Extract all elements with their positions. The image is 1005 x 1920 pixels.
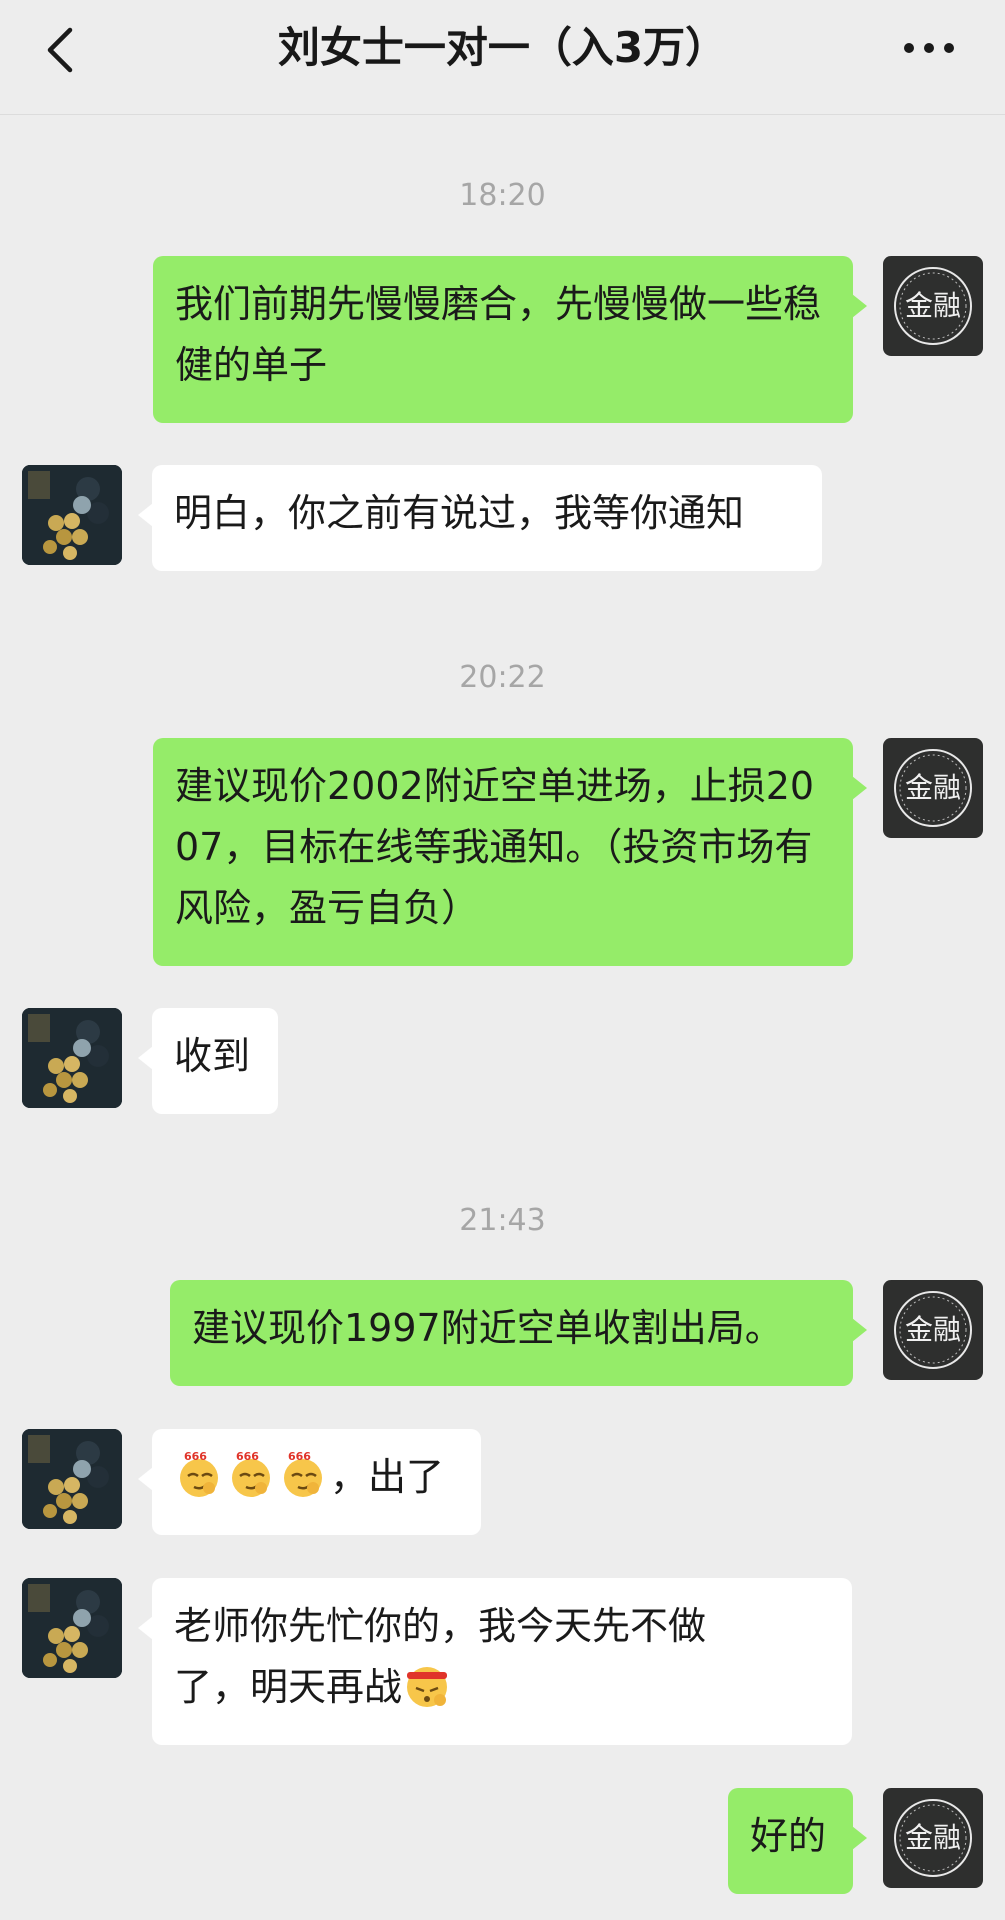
more-dots-icon	[904, 43, 954, 53]
666-emoji-icon: 666	[232, 1450, 270, 1497]
message-text-line: 了，明天再战	[174, 1657, 830, 1718]
contact-avatar[interactable]	[22, 1008, 122, 1108]
message-bubble-self[interactable]: 建议现价2002附近空单进场，止损2007，目标在线等我通知。（投资市场有风险，…	[153, 738, 867, 966]
contact-avatar[interactable]	[22, 1578, 122, 1678]
svg-text:666: 666	[184, 1450, 207, 1463]
self-avatar-logo-text: 金融	[904, 289, 961, 322]
top-bar: 刘女士一对一（入3万）	[0, 0, 1005, 115]
contact-avatar-image	[22, 465, 122, 565]
message-bubble-other[interactable]: 666 666 666 ，出了	[138, 1429, 481, 1535]
more-options-button[interactable]	[895, 28, 965, 68]
self-avatar[interactable]: 金融	[883, 1280, 983, 1380]
message-text: ，出了	[330, 1455, 445, 1499]
self-avatar[interactable]: 金融	[883, 256, 983, 356]
message-bubble-self[interactable]: 我们前期先慢慢磨合，先慢慢做一些稳健的单子	[153, 256, 867, 423]
self-avatar[interactable]: 金融	[883, 738, 983, 838]
666-emoji-icon: 666	[284, 1450, 322, 1497]
message-bubble-other[interactable]: 收到	[138, 1008, 278, 1114]
svg-text:666: 666	[288, 1450, 311, 1463]
self-avatar-logo-text: 金融	[904, 771, 961, 804]
message-bubble-other[interactable]: 老师你先忙你的，我今天先不做 了，明天再战	[138, 1578, 852, 1745]
chevron-left-icon	[47, 27, 73, 73]
self-avatar-logo-text: 金融	[904, 1821, 961, 1854]
contact-avatar-image	[22, 1429, 122, 1529]
svg-text:666: 666	[236, 1450, 259, 1463]
back-button[interactable]	[36, 20, 88, 80]
message-timestamp: 18:20	[459, 178, 546, 213]
message-text: 了，明天再战	[174, 1665, 403, 1709]
666-emoji-icon: 666	[180, 1450, 218, 1497]
chat-title: 刘女士一对一（入3万）	[277, 23, 728, 72]
message-bubble-self[interactable]: 好的	[728, 1788, 867, 1894]
fighting-headband-emoji-icon	[407, 1667, 448, 1707]
message-timestamp: 20:22	[459, 660, 546, 695]
message-text-line: 老师你先忙你的，我今天先不做	[174, 1604, 707, 1648]
contact-avatar-image	[22, 1008, 122, 1108]
contact-avatar-image	[22, 1578, 122, 1678]
self-avatar-logo-text: 金融	[904, 1313, 961, 1346]
message-timestamp: 21:43	[459, 1203, 546, 1238]
message-bubble-other[interactable]: 明白，你之前有说过，我等你通知	[138, 465, 822, 571]
message-bubble-self[interactable]: 建议现价1997附近空单收割出局。	[170, 1280, 867, 1386]
contact-avatar[interactable]	[22, 1429, 122, 1529]
contact-avatar[interactable]	[22, 465, 122, 565]
self-avatar[interactable]: 金融	[883, 1788, 983, 1888]
